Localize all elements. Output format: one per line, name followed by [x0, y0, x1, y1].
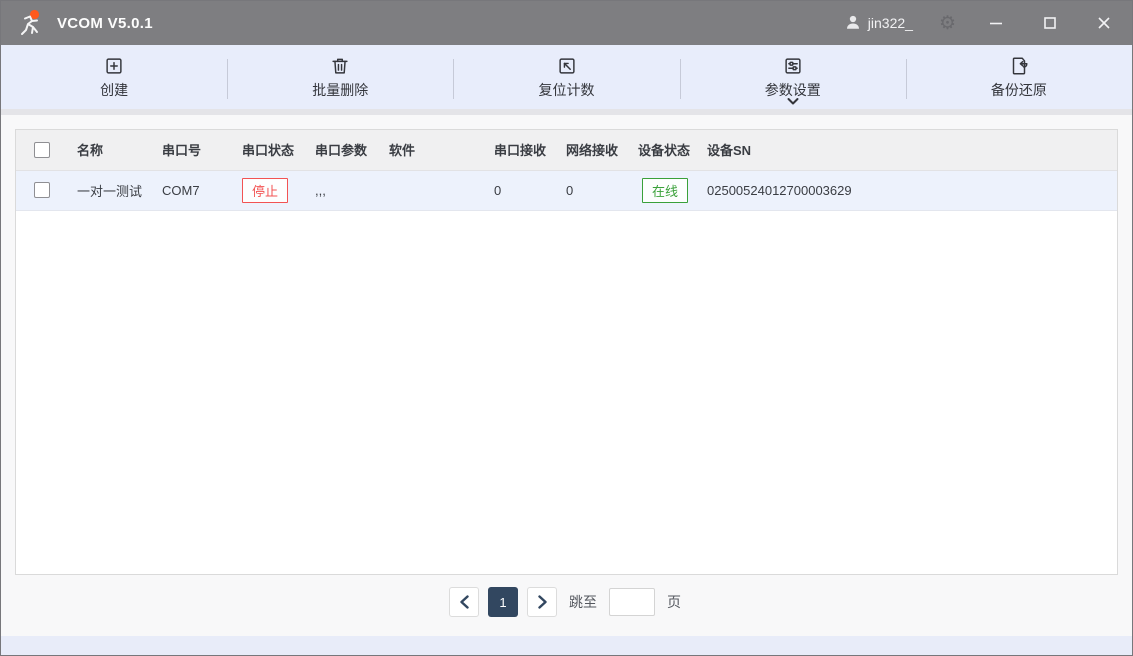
plus-square-icon: [103, 55, 125, 77]
header-com-port: 串口号: [162, 130, 242, 170]
header-port-params: 串口参数: [315, 130, 389, 170]
header-name: 名称: [62, 130, 162, 170]
header-network-rx: 网络接收: [566, 130, 638, 170]
select-all-checkbox[interactable]: [34, 142, 50, 158]
status-bar: [1, 636, 1132, 655]
create-label: 创建: [100, 80, 128, 100]
header-software: 软件: [389, 130, 494, 170]
device-status-badge: 在线: [642, 178, 688, 203]
table-row[interactable]: 一对一测试 COM7 停止 ,,, 0 0 在线 025005240127000…: [16, 170, 1117, 210]
pagination: 1 跳至 页: [1, 587, 1132, 617]
title-bar: VCOM V5.0.1 jin322_ ⚙: [1, 1, 1132, 45]
maximize-button[interactable]: [1036, 9, 1064, 37]
create-button[interactable]: 创建: [1, 45, 227, 109]
header-device-status: 设备状态: [638, 130, 707, 170]
table-header-row: 名称 串口号 串口状态 串口参数 软件 串口接收 网络接收 设备状态 设备SN: [16, 130, 1117, 170]
sliders-icon: [782, 55, 804, 77]
cell-com-port: COM7: [162, 170, 242, 210]
page-unit-label: 页: [667, 592, 681, 612]
main-area: 名称 串口号 串口状态 串口参数 软件 串口接收 网络接收 设备状态 设备SN: [1, 115, 1132, 636]
jump-to-page-input[interactable]: [609, 588, 655, 616]
current-page-button[interactable]: 1: [488, 587, 518, 617]
chevron-down-icon[interactable]: [786, 93, 800, 111]
backup-restore-button[interactable]: 备份还原: [906, 45, 1132, 109]
device-table: 名称 串口号 串口状态 串口参数 软件 串口接收 网络接收 设备状态 设备SN: [16, 130, 1117, 211]
username: jin322_: [868, 15, 913, 31]
chevron-left-icon: [458, 595, 471, 609]
page-export-icon: [1008, 55, 1030, 77]
header-device-sn: 设备SN: [707, 130, 1117, 170]
row-checkbox[interactable]: [34, 182, 50, 198]
port-status-badge: 停止: [242, 178, 288, 203]
batch-delete-label: 批量删除: [312, 80, 368, 100]
batch-delete-button[interactable]: 批量删除: [227, 45, 453, 109]
param-settings-button[interactable]: 参数设置: [680, 45, 906, 109]
device-table-panel: 名称 串口号 串口状态 串口参数 软件 串口接收 网络接收 设备状态 设备SN: [15, 129, 1118, 575]
jump-to-label: 跳至: [569, 592, 597, 612]
header-port-status: 串口状态: [242, 130, 315, 170]
close-button[interactable]: [1090, 9, 1118, 37]
toolbar: 创建 批量删除 复位计数: [1, 45, 1132, 109]
cell-software: [389, 170, 494, 210]
app-title: VCOM V5.0.1: [57, 15, 153, 32]
prev-page-button[interactable]: [449, 587, 479, 617]
next-page-button[interactable]: [527, 587, 557, 617]
cell-network-rx: 0: [566, 170, 638, 210]
chevron-right-icon: [536, 595, 549, 609]
reset-count-label: 复位计数: [539, 80, 595, 100]
usr-runner-logo-icon: [15, 7, 47, 39]
reset-count-button[interactable]: 复位计数: [453, 45, 679, 109]
cell-name: 一对一测试: [62, 170, 162, 210]
user-account-button[interactable]: jin322_: [844, 13, 913, 34]
trash-icon: [329, 55, 351, 77]
user-icon: [844, 13, 862, 34]
header-serial-rx: 串口接收: [494, 130, 566, 170]
settings-gear-icon[interactable]: ⚙: [939, 14, 956, 33]
arrow-into-square-icon: [556, 55, 578, 77]
app-window: VCOM V5.0.1 jin322_ ⚙: [0, 0, 1133, 656]
cell-device-sn: 02500524012700003629: [707, 170, 1117, 210]
cell-port-params: ,,,: [315, 170, 389, 210]
cell-serial-rx: 0: [494, 170, 566, 210]
minimize-button[interactable]: [982, 9, 1010, 37]
backup-restore-label: 备份还原: [991, 80, 1047, 100]
